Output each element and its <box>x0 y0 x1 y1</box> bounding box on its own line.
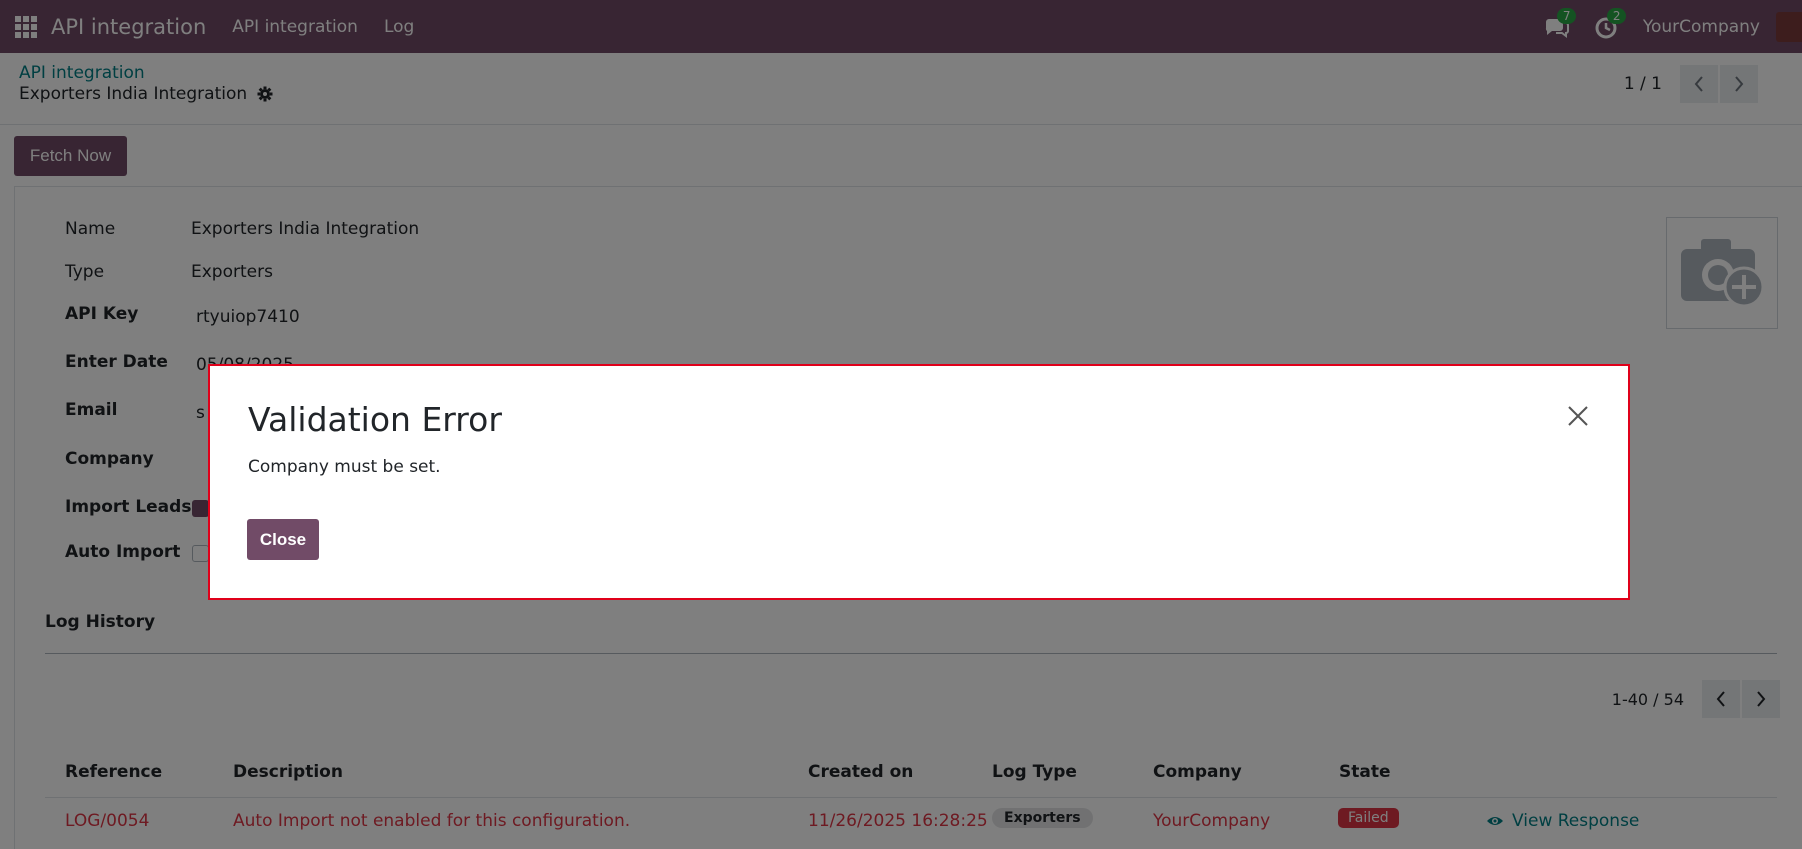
close-icon <box>1568 406 1588 426</box>
dialog-close-button[interactable]: Close <box>247 519 319 560</box>
validation-error-dialog: Validation Error Company must be set. Cl… <box>208 364 1630 600</box>
dialog-title: Validation Error <box>248 400 502 439</box>
dialog-message: Company must be set. <box>248 457 441 477</box>
dialog-close-x-button[interactable] <box>1566 404 1590 428</box>
